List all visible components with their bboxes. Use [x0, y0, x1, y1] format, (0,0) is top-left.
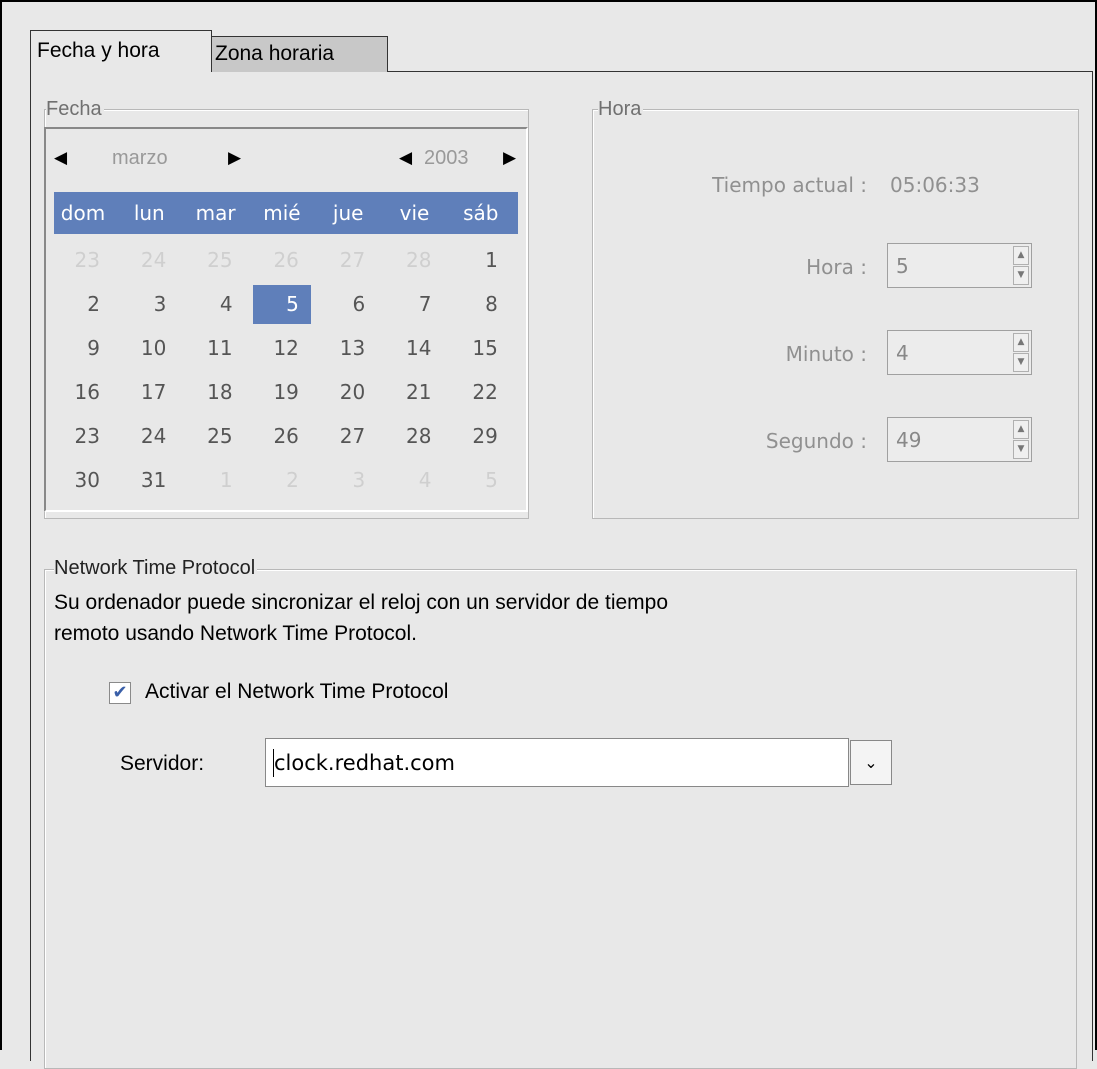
servidor-label: Servidor: [120, 752, 205, 775]
calendar-month: marzo [112, 147, 168, 169]
next-year-icon[interactable]: ▶ [503, 147, 516, 169]
tiempo-actual-value: 05:06:33 [890, 173, 980, 197]
calendar-day[interactable]: 26 [253, 241, 311, 280]
spin-down-icon[interactable]: ▼ [1013, 266, 1029, 285]
calendar-day[interactable]: 4 [386, 461, 444, 500]
hora-frame-label: Hora [598, 98, 644, 120]
spin-down-icon[interactable]: ▼ [1013, 440, 1029, 459]
prev-month-icon[interactable]: ◀ [54, 147, 67, 169]
weekday-label: sáb [463, 201, 499, 225]
segundo-spin-label: Segundo : [765, 429, 867, 453]
calendar-day[interactable]: 28 [386, 417, 444, 456]
weekday-label: mié [263, 201, 301, 225]
calendar-day[interactable]: 31 [120, 461, 178, 500]
calendar-day[interactable]: 4 [187, 285, 245, 324]
minuto-spin-value[interactable]: 4 [896, 341, 909, 365]
calendar-day[interactable]: 30 [54, 461, 112, 500]
ntp-description-line1: Su ordenador puede sincronizar el reloj … [54, 591, 669, 614]
checkmark-icon: ✔ [112, 682, 128, 703]
enable-ntp-label[interactable]: Activar el Network Time Protocol [145, 680, 448, 704]
calendar-day[interactable]: 17 [120, 373, 178, 412]
calendar-day[interactable]: 6 [319, 285, 377, 324]
servidor-dropdown-button[interactable]: ⌄ [850, 740, 892, 785]
weekday-label: lun [133, 201, 165, 225]
weekday-label: mar [195, 201, 236, 225]
weekday-label: vie [399, 201, 430, 225]
calendar-day[interactable]: 19 [253, 373, 311, 412]
calendar-day[interactable]: 16 [54, 373, 112, 412]
calendar-day[interactable]: 1 [452, 241, 510, 280]
calendar-day[interactable]: 23 [54, 417, 112, 456]
calendar-day[interactable]: 1 [187, 461, 245, 500]
calendar: ◀ marzo ▶ ◀ 2003 ▶ dom lun mar mié jue vie sáb… [44, 127, 528, 512]
calendar-day[interactable]: 26 [253, 417, 311, 456]
next-month-icon[interactable]: ▶ [228, 147, 241, 169]
tab-fecha-y-hora[interactable]: Fecha y hora [30, 30, 212, 72]
enable-ntp-checkbox[interactable]: ✔ [109, 682, 131, 704]
tiempo-actual-label: Tiempo actual : [712, 173, 867, 197]
calendar-day[interactable]: 28 [386, 241, 444, 280]
calendar-day[interactable]: 25 [187, 417, 245, 456]
hora-spin-label: Hora : [806, 255, 867, 279]
calendar-day[interactable]: 23 [54, 241, 112, 280]
calendar-day[interactable]: 14 [386, 329, 444, 368]
weekday-label: jue [332, 201, 364, 225]
calendar-day[interactable]: 7 [386, 285, 444, 324]
segundo-spinbutton[interactable]: 49 ▲ ▼ [887, 417, 1032, 462]
calendar-day[interactable]: 2 [253, 461, 311, 500]
calendar-day[interactable]: 20 [319, 373, 377, 412]
ntp-description-line2: remoto usando Network Time Protocol. [54, 622, 417, 645]
chevron-down-icon: ⌄ [864, 753, 878, 772]
calendar-year: 2003 [424, 147, 469, 169]
ntp-frame-label: Network Time Protocol [54, 557, 258, 579]
minuto-spinbutton[interactable]: 4 ▲ ▼ [887, 330, 1032, 375]
weekday-label: dom [60, 201, 106, 225]
calendar-day[interactable]: 8 [452, 285, 510, 324]
spin-up-icon[interactable]: ▲ [1013, 246, 1029, 265]
calendar-day[interactable]: 3 [120, 285, 178, 324]
calendar-day[interactable]: 5 [252, 285, 311, 324]
calendar-day[interactable]: 12 [253, 329, 311, 368]
minuto-spin-label: Minuto : [785, 342, 867, 366]
calendar-day[interactable]: 29 [452, 417, 510, 456]
calendar-day[interactable]: 2 [54, 285, 112, 324]
calendar-day[interactable]: 18 [187, 373, 245, 412]
spin-up-icon[interactable]: ▲ [1013, 420, 1029, 439]
calendar-day[interactable]: 27 [319, 417, 377, 456]
servidor-input-value[interactable]: clock.redhat.com [274, 751, 455, 775]
calendar-day[interactable]: 5 [452, 461, 510, 500]
calendar-day[interactable]: 21 [386, 373, 444, 412]
spin-down-icon[interactable]: ▼ [1013, 353, 1029, 372]
calendar-day[interactable]: 22 [452, 373, 510, 412]
date-time-window: Fecha y hora Zona horaria Fecha ◀ marzo … [0, 0, 1097, 1069]
calendar-day[interactable]: 24 [120, 417, 178, 456]
calendar-day[interactable]: 10 [120, 329, 178, 368]
hora-spinbutton[interactable]: 5 ▲ ▼ [887, 243, 1032, 288]
calendar-day[interactable]: 24 [120, 241, 178, 280]
hora-spin-value[interactable]: 5 [896, 254, 909, 278]
prev-year-icon[interactable]: ◀ [399, 147, 412, 169]
calendar-day[interactable]: 25 [187, 241, 245, 280]
calendar-day[interactable]: 27 [319, 241, 377, 280]
calendar-day[interactable]: 11 [187, 329, 245, 368]
fecha-frame-label: Fecha [46, 98, 104, 120]
calendar-day[interactable]: 13 [319, 329, 377, 368]
spin-up-icon[interactable]: ▲ [1013, 333, 1029, 352]
segundo-spin-value[interactable]: 49 [896, 428, 921, 452]
tab-zona-horaria[interactable]: Zona horaria [211, 36, 388, 72]
calendar-day[interactable]: 3 [319, 461, 377, 500]
calendar-day[interactable]: 9 [54, 329, 112, 368]
servidor-input[interactable]: clock.redhat.com [265, 738, 849, 787]
calendar-day[interactable]: 15 [452, 329, 510, 368]
calendar-weekday-header: dom lun mar mié jue vie sáb [54, 192, 518, 234]
